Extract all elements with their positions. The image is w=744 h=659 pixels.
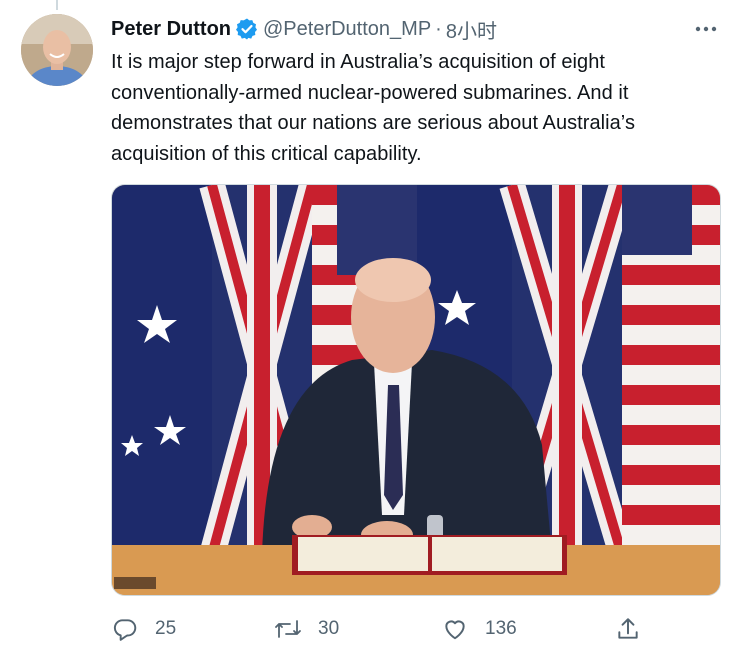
- verified-badge-icon: [235, 17, 259, 41]
- reply-button[interactable]: 25: [111, 612, 176, 646]
- more-icon[interactable]: [692, 17, 720, 41]
- share-button[interactable]: [614, 612, 642, 646]
- tweet-photo[interactable]: [111, 184, 721, 596]
- tweet-header: Peter Dutton @PeterDutton_MP · 8小时: [111, 15, 724, 43]
- author-handle[interactable]: @PeterDutton_MP: [263, 18, 431, 41]
- share-icon: [614, 615, 642, 643]
- retweet-icon: [274, 615, 302, 643]
- author-name[interactable]: Peter Dutton: [111, 18, 231, 41]
- like-button[interactable]: 136: [441, 612, 517, 646]
- like-count: 136: [485, 618, 517, 639]
- tweet-timestamp[interactable]: 8小时: [446, 15, 497, 44]
- separator-dot: ·: [435, 17, 442, 40]
- thread-connector-line: [56, 0, 58, 10]
- reply-count: 25: [155, 618, 177, 639]
- like-icon: [441, 615, 469, 643]
- author-avatar[interactable]: [21, 14, 93, 86]
- tweet-actions: 25 30 136: [111, 612, 671, 646]
- retweet-button[interactable]: 30: [274, 612, 339, 646]
- retweet-count: 30: [318, 618, 340, 639]
- reply-icon: [111, 615, 139, 643]
- tweet-text: It is major step forward in Australia’s …: [111, 51, 635, 165]
